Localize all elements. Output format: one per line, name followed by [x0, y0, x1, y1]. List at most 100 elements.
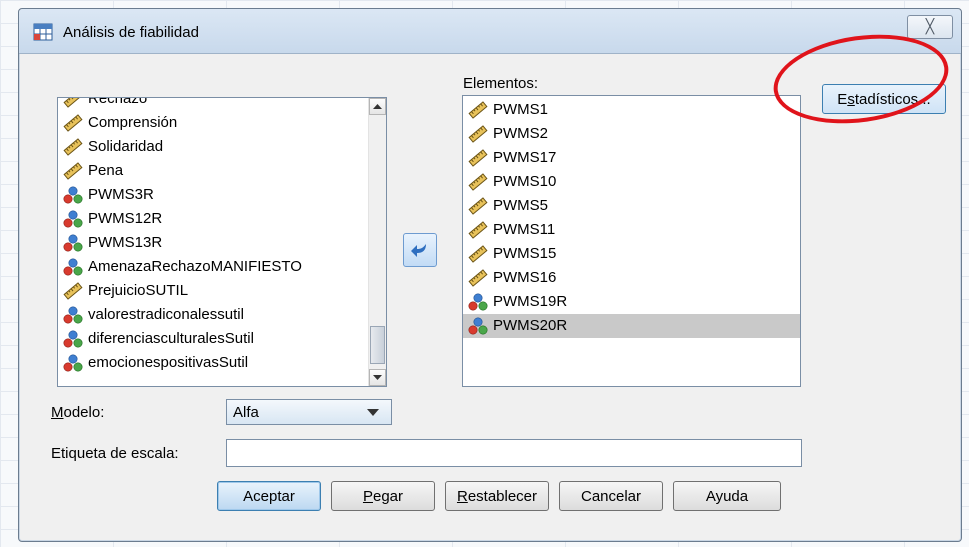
items-label: Elementos:	[463, 75, 539, 92]
source-item-label: Comprensión	[88, 114, 178, 131]
scale-label-input[interactable]	[226, 439, 802, 467]
source-item-label: Pena	[88, 162, 124, 179]
reset-button[interactable]: Restablecer	[445, 481, 549, 511]
items-list-item[interactable]: PWMS2	[463, 122, 800, 146]
ruler-icon	[62, 137, 84, 157]
ruler-icon	[62, 161, 84, 181]
scroll-down-button[interactable]	[369, 369, 386, 386]
items-item-label: PWMS16	[493, 269, 557, 286]
source-item-label: Solidaridad	[88, 138, 164, 155]
source-item-label: emocionespositivasSutil	[88, 354, 249, 371]
items-item-label: PWMS19R	[493, 293, 568, 310]
help-button[interactable]: Ayuda	[673, 481, 781, 511]
close-button[interactable]: ╳	[907, 15, 953, 39]
model-label-text: odelo:	[63, 404, 105, 421]
source-list-item[interactable]: Solidaridad	[58, 135, 368, 159]
source-item-label: PWMS3R	[88, 186, 154, 203]
ruler-icon	[62, 281, 84, 301]
nominal-icon	[62, 209, 84, 229]
arrow-left-icon	[411, 244, 426, 257]
ruler-icon	[467, 220, 489, 240]
items-list-item[interactable]: PWMS20R	[463, 314, 800, 338]
source-list-item[interactable]: PWMS13R	[58, 231, 368, 255]
items-list-item[interactable]: PWMS16	[463, 266, 800, 290]
items-item-label: PWMS1	[493, 101, 549, 118]
source-list-item[interactable]: emocionespositivasSutil	[58, 351, 368, 375]
accept-button[interactable]: Aceptar	[217, 481, 321, 511]
paste-label: egar	[372, 488, 404, 505]
source-item-label: Rechazo	[88, 97, 148, 107]
source-list-item[interactable]: Comprensión	[58, 111, 368, 135]
items-item-label: PWMS2	[493, 125, 549, 142]
ruler-icon	[467, 100, 489, 120]
model-label: Modelo:	[51, 404, 104, 421]
dialog-body: Rechazo Comprensión Solidaridad Pena PWMS3R P…	[29, 55, 951, 531]
cancel-button[interactable]: Cancelar	[559, 481, 663, 511]
window-title: Análisis de fiabilidad	[63, 24, 199, 41]
source-list-item[interactable]: Rechazo	[58, 97, 368, 111]
items-list-entries: PWMS1 PWMS2 PWMS17 PWMS10 PWMS5 PWMS11 PWMS15 P…	[463, 98, 800, 338]
source-list-item[interactable]: valorestradiconalessutil	[58, 303, 368, 327]
move-variable-button[interactable]	[403, 233, 437, 267]
reset-accel: R	[456, 488, 468, 505]
scroll-up-button[interactable]	[369, 98, 386, 115]
ruler-icon	[62, 98, 84, 109]
items-item-label: PWMS11	[493, 221, 556, 238]
nominal-icon	[467, 316, 489, 336]
ruler-icon	[467, 244, 489, 264]
close-icon: ╳	[925, 18, 935, 34]
items-list-item[interactable]: PWMS10	[463, 170, 800, 194]
nominal-icon	[62, 329, 84, 349]
scroll-down-icon	[373, 375, 382, 380]
nominal-icon	[62, 185, 84, 205]
nominal-icon	[62, 305, 84, 325]
items-item-label: PWMS5	[493, 197, 549, 214]
ruler-icon	[467, 148, 489, 168]
items-list-item[interactable]: PWMS1	[463, 98, 800, 122]
source-item-label: PrejuicioSUTIL	[88, 282, 189, 299]
nominal-icon	[62, 257, 84, 277]
ruler-icon	[467, 124, 489, 144]
ruler-icon	[467, 268, 489, 288]
ruler-icon	[62, 113, 84, 133]
source-variable-list[interactable]: Rechazo Comprensión Solidaridad Pena PWMS3R P…	[57, 97, 387, 387]
items-item-label: PWMS17	[493, 149, 557, 166]
nominal-icon	[62, 353, 84, 373]
scale-label: Etiqueta de escala:	[51, 445, 179, 462]
source-list-item[interactable]: PWMS12R	[58, 207, 368, 231]
source-items: Rechazo Comprensión Solidaridad Pena PWMS3R P…	[58, 97, 368, 375]
scroll-up-icon	[373, 104, 382, 109]
source-item-label: AmenazaRechazoMANIFIESTO	[88, 258, 302, 275]
items-list-item[interactable]: PWMS17	[463, 146, 800, 170]
model-value: Alfa	[233, 404, 259, 421]
items-list[interactable]: PWMS1 PWMS2 PWMS17 PWMS10 PWMS5 PWMS11 PWMS15 P…	[462, 95, 801, 387]
scroll-thumb[interactable]	[370, 326, 385, 364]
source-list-scrollbar[interactable]	[368, 98, 386, 386]
source-list-item[interactable]: PWMS3R	[58, 183, 368, 207]
chevron-down-icon	[367, 409, 379, 416]
model-accel: M	[51, 404, 64, 421]
ruler-icon	[467, 172, 489, 192]
items-list-item[interactable]: PWMS15	[463, 242, 800, 266]
items-list-item[interactable]: PWMS5	[463, 194, 800, 218]
nominal-icon	[62, 233, 84, 253]
items-list-item[interactable]: PWMS11	[463, 218, 800, 242]
source-list-item[interactable]: PrejuicioSUTIL	[58, 279, 368, 303]
source-item-label: PWMS12R	[88, 210, 163, 227]
app-table-icon	[33, 23, 53, 41]
items-list-item[interactable]: PWMS19R	[463, 290, 800, 314]
ruler-icon	[467, 196, 489, 216]
source-item-label: valorestradiconalessutil	[88, 306, 244, 323]
nominal-icon	[467, 292, 489, 312]
items-item-label: PWMS20R	[493, 317, 568, 334]
items-item-label: PWMS10	[493, 173, 557, 190]
items-item-label: PWMS15	[493, 245, 557, 262]
source-list-item[interactable]: diferenciasculturalesSutil	[58, 327, 368, 351]
source-item-label: diferenciasculturalesSutil	[88, 330, 254, 347]
source-list-item[interactable]: Pena	[58, 159, 368, 183]
reset-label: establecer	[467, 488, 538, 505]
source-list-item[interactable]: AmenazaRechazoMANIFIESTO	[58, 255, 368, 279]
paste-button[interactable]: Pegar	[331, 481, 435, 511]
source-item-label: PWMS13R	[88, 234, 163, 251]
model-select[interactable]: Alfa	[226, 399, 392, 425]
